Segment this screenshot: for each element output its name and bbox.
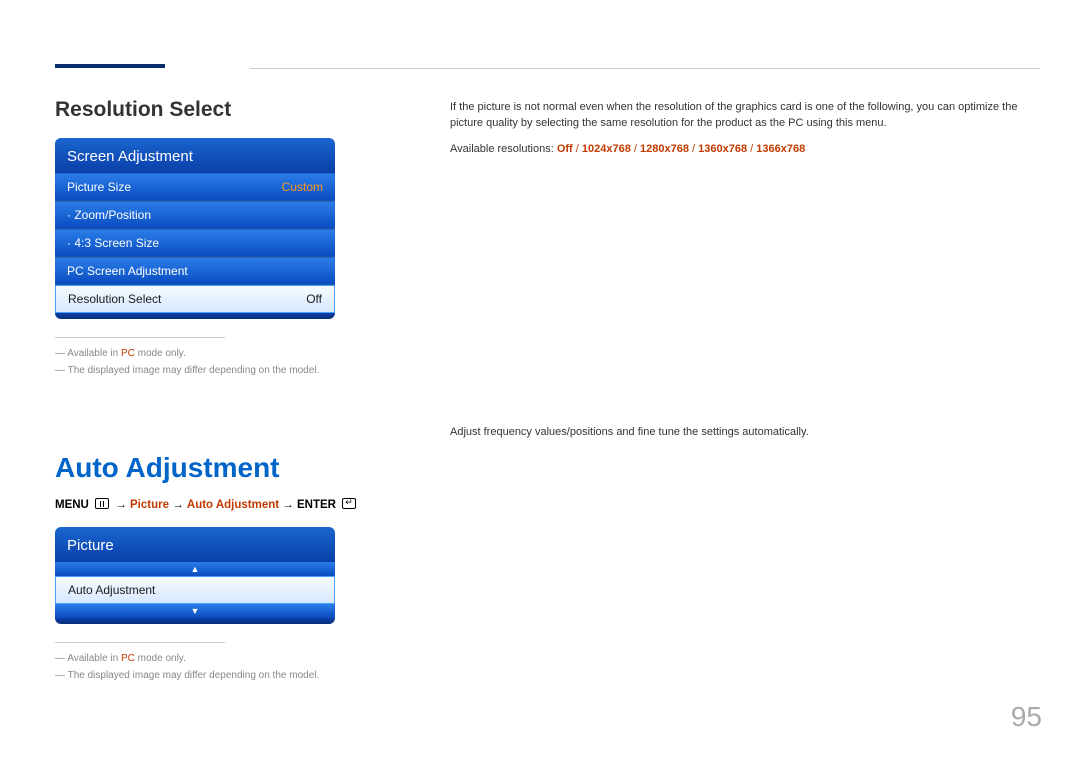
osd-row-label: Resolution Select <box>68 292 161 306</box>
osd-row-picture-size[interactable]: Picture Size Custom <box>55 173 335 201</box>
osd-row-auto-adjustment[interactable]: Auto Adjustment <box>55 576 335 604</box>
osd-row-pc-screen-adjustment[interactable]: PC Screen Adjustment <box>55 257 335 285</box>
osd-footer <box>55 618 335 624</box>
osd-title: Screen Adjustment <box>55 138 335 173</box>
osd-row-label: PC Screen Adjustment <box>67 264 188 278</box>
osd-row-resolution-select[interactable]: Resolution Select Off <box>55 285 335 313</box>
menu-icon <box>95 498 109 509</box>
osd-title: Picture <box>55 527 335 562</box>
resolution-select-heading: Resolution Select <box>55 98 395 122</box>
osd-row-43-screen-size[interactable]: · 4:3 Screen Size <box>55 229 335 257</box>
enter-icon <box>342 498 356 509</box>
osd-down-arrow[interactable]: ▼ <box>55 604 335 618</box>
header-accent <box>55 64 165 68</box>
note-pc-mode: ― Available in PC mode only. <box>55 348 395 359</box>
right-column-section-1: If the picture is not normal even when t… <box>450 100 1035 158</box>
header-rule <box>250 68 1040 69</box>
right-column-section-2: Adjust frequency values/positions and fi… <box>450 425 1035 441</box>
page-number: 95 <box>1011 701 1042 733</box>
note-image-differ: ― The displayed image may differ dependi… <box>55 365 395 376</box>
osd-screen-adjustment: Screen Adjustment Picture Size Custom · … <box>55 138 335 319</box>
notes-divider <box>55 337 225 338</box>
notes-divider <box>55 642 225 643</box>
osd-row-label: Picture Size <box>67 180 131 194</box>
osd-row-zoom-position[interactable]: · Zoom/Position <box>55 201 335 229</box>
left-column-section-1: Resolution Select Screen Adjustment Pict… <box>55 98 395 382</box>
note-pc-mode: ― Available in PC mode only. <box>55 653 395 664</box>
auto-adjustment-heading: Auto Adjustment <box>55 452 395 484</box>
osd-picture: Picture ▲ Auto Adjustment ▼ <box>55 527 335 624</box>
osd-footer <box>55 313 335 319</box>
osd-up-arrow[interactable]: ▲ <box>55 562 335 576</box>
note-image-differ: ― The displayed image may differ dependi… <box>55 670 395 681</box>
osd-row-label: · Zoom/Position <box>67 208 151 222</box>
menu-path: MENU → Picture → Auto Adjustment → ENTER <box>55 498 395 511</box>
osd-row-label: Auto Adjustment <box>68 583 155 597</box>
osd-row-value: Off <box>306 292 322 306</box>
available-resolutions-line: Available resolutions: Off / 1024x768 / … <box>450 142 1035 158</box>
auto-adjustment-description: Adjust frequency values/positions and fi… <box>450 425 1035 441</box>
resolution-select-description: If the picture is not normal even when t… <box>450 100 1035 132</box>
osd-row-label: · 4:3 Screen Size <box>67 236 159 250</box>
left-column-section-2: Auto Adjustment MENU → Picture → Auto Ad… <box>55 420 395 687</box>
osd-row-value: Custom <box>282 180 323 194</box>
